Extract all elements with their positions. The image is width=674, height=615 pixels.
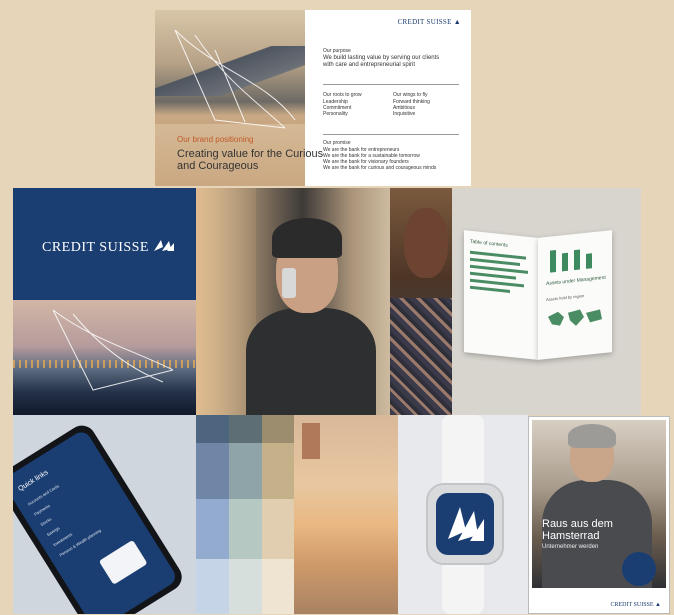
annual-report-mockup: Table of contents Assets under Managemen… <box>452 188 641 415</box>
magazine-photo: Raus aus dem Hamsterrad Unternehmer werd… <box>532 420 666 588</box>
watch-screen[interactable] <box>436 493 494 555</box>
promise-label: Our promise <box>323 140 351 146</box>
color-palette <box>196 415 294 614</box>
color-swatch <box>262 443 294 499</box>
sail-outline-graphic <box>52 309 174 391</box>
magazine-logo: CREDIT SUISSE ▲ <box>610 602 661 608</box>
color-swatch <box>262 499 294 559</box>
color-swatch <box>229 415 262 443</box>
sail-logo-icon <box>153 240 174 251</box>
sail-logo-icon: ▲ <box>453 18 461 26</box>
phone-screen: Quick links Accounts and Cards Payments … <box>13 428 179 614</box>
table-row <box>470 271 516 280</box>
purpose-text: We build lasting value by serving our cl… <box>323 55 440 68</box>
table-row <box>470 285 510 293</box>
man-on-phone-photo <box>196 188 390 415</box>
color-swatch <box>262 559 294 614</box>
plaid-shirt <box>390 298 452 415</box>
magazine-title: Raus aus dem Hamsterrad <box>542 518 613 542</box>
brand-positioning-card: Our brand positioning Creating value for… <box>155 10 471 186</box>
poster-logo: CREDIT SUISSE <box>42 238 175 256</box>
sail-logo-icon <box>448 507 484 541</box>
sail-logo-icon: ▲ <box>655 602 661 608</box>
color-swatch <box>229 443 262 499</box>
magazine-badge <box>622 552 656 586</box>
roots-label: Our roots to grow <box>323 92 362 98</box>
city-dusk-photo <box>13 300 196 415</box>
color-swatch <box>196 443 229 499</box>
chart-bar <box>562 252 568 272</box>
wings-item: Inquisitive <box>393 111 416 117</box>
card-headline: Creating value for the Curious and Coura… <box>177 148 324 172</box>
app-menu-item[interactable]: Pension & Wealth planning <box>59 528 102 558</box>
smartwatch-mockup <box>398 415 528 614</box>
map-title: Assets held by region <box>546 293 585 303</box>
phone-body: Quick links Accounts and Cards Payments … <box>13 420 187 614</box>
color-swatch <box>196 499 229 559</box>
color-swatch <box>229 559 262 614</box>
poster-logo-text: CREDIT SUISSE <box>42 240 149 255</box>
positioning-label: Our brand positioning <box>177 135 254 144</box>
face-shape <box>404 208 448 278</box>
chart-bar <box>586 253 592 269</box>
magazine-subtitle: Unternehmer werden <box>542 544 599 550</box>
watch-case <box>426 483 504 565</box>
beanie-shape <box>272 218 342 258</box>
wings-label: Our wings to fly <box>393 92 428 98</box>
app-menu-item[interactable]: Stocks <box>39 516 52 527</box>
color-swatch <box>196 415 229 443</box>
hair-shape <box>568 424 616 448</box>
chart-bar <box>574 249 580 271</box>
cloud-sunset-photo <box>294 415 398 614</box>
app-card[interactable] <box>98 539 148 585</box>
woman-looking-up-photo <box>390 188 452 415</box>
bar-chart <box>548 241 602 273</box>
chart-bar <box>550 249 556 273</box>
jacket-shape <box>246 308 376 415</box>
magazine-cover: Raus aus dem Hamsterrad Unternehmer werd… <box>528 416 670 614</box>
credit-suisse-logo: CREDIT SUISSE ▲ <box>398 18 461 26</box>
color-swatch <box>262 415 294 443</box>
app-menu-item[interactable]: Payments <box>33 503 51 517</box>
app-title: Quick links <box>17 469 50 493</box>
report-right-title: Assets under Management <box>546 274 606 288</box>
report-left-page: Table of contents <box>464 230 538 360</box>
purpose-label: Our purpose <box>323 48 351 54</box>
color-swatch <box>229 499 262 559</box>
app-menu-item[interactable]: Savings <box>46 525 61 537</box>
app-menu-item[interactable]: Accounts and Cards <box>27 483 60 506</box>
logo-text: CREDIT SUISSE <box>397 18 452 26</box>
promise-line: We are the bank for curious and courageo… <box>323 165 437 171</box>
phone-shape <box>282 268 296 298</box>
brand-poster: CREDIT SUISSE <box>13 188 196 415</box>
roots-item: Personality <box>323 111 348 117</box>
report-left-title: Table of contents <box>470 238 508 249</box>
mobile-app-mockup: Quick links Accounts and Cards Payments … <box>13 415 196 614</box>
color-swatch <box>196 559 229 614</box>
report-right-page: Assets under Management Assets held by r… <box>538 230 612 360</box>
world-map-graphic <box>548 309 602 326</box>
divider <box>323 84 459 85</box>
divider <box>323 134 459 135</box>
color-chip <box>302 423 320 459</box>
magazine-logo-text: CREDIT SUISSE <box>610 602 654 608</box>
